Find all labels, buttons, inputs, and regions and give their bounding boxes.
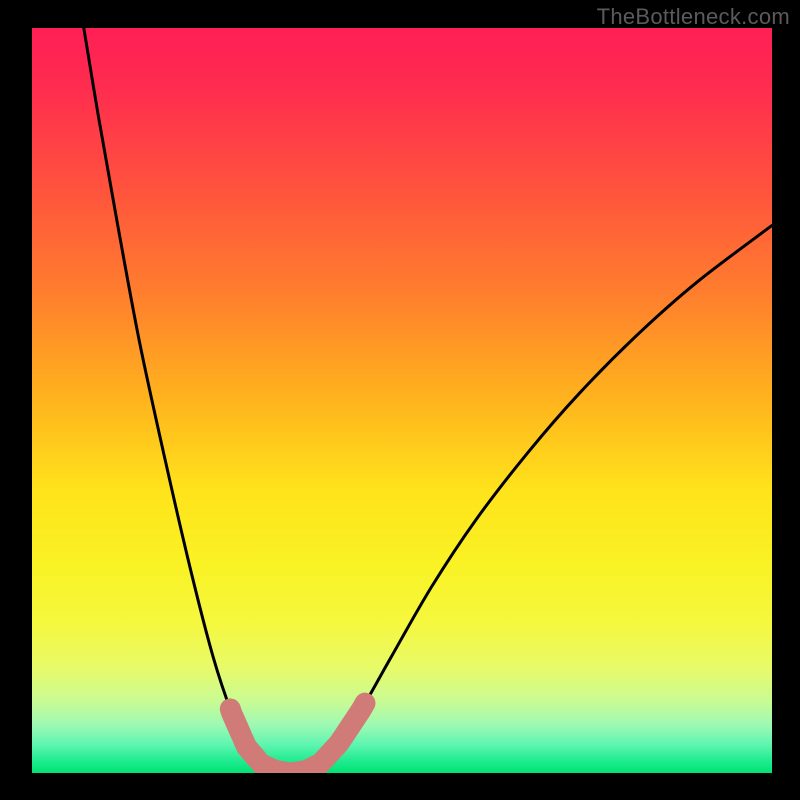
watermark-text: TheBottleneck.com <box>597 4 790 30</box>
gradient-plot-area <box>32 28 772 773</box>
bottleneck-chart <box>0 0 800 800</box>
highlight-segment <box>355 703 365 720</box>
highlight-segment <box>261 764 316 773</box>
chart-frame: TheBottleneck.com <box>0 0 800 800</box>
